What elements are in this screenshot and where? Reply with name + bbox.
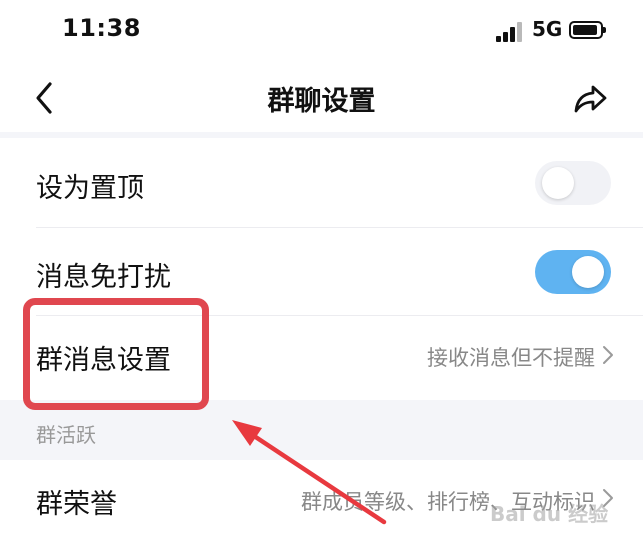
section-title: 群活跃 xyxy=(36,423,96,447)
share-icon[interactable] xyxy=(572,80,610,116)
annotation-highlight-box xyxy=(23,298,209,410)
row-label: 群荣誉 xyxy=(36,489,117,520)
page-title: 群聊设置 xyxy=(267,86,376,117)
status-time: 11:38 xyxy=(62,14,141,42)
network-type: 5G xyxy=(532,17,563,41)
nav-bar: 群聊设置 xyxy=(0,62,643,132)
signal-icon xyxy=(496,22,524,42)
pin-top-toggle[interactable] xyxy=(535,161,611,205)
settings-row-pin-top: 设为置顶 xyxy=(0,138,643,228)
battery-icon xyxy=(569,21,606,39)
do-not-disturb-toggle[interactable] xyxy=(535,250,611,294)
chevron-right-icon xyxy=(603,346,613,364)
row-label: 消息免打扰 xyxy=(36,262,171,293)
watermark: Bai du 经验 xyxy=(490,502,609,526)
status-bar: 11:38 5G xyxy=(0,0,643,62)
row-value: 接收消息但不提醒 xyxy=(427,346,595,370)
row-label: 设为置顶 xyxy=(36,173,144,204)
